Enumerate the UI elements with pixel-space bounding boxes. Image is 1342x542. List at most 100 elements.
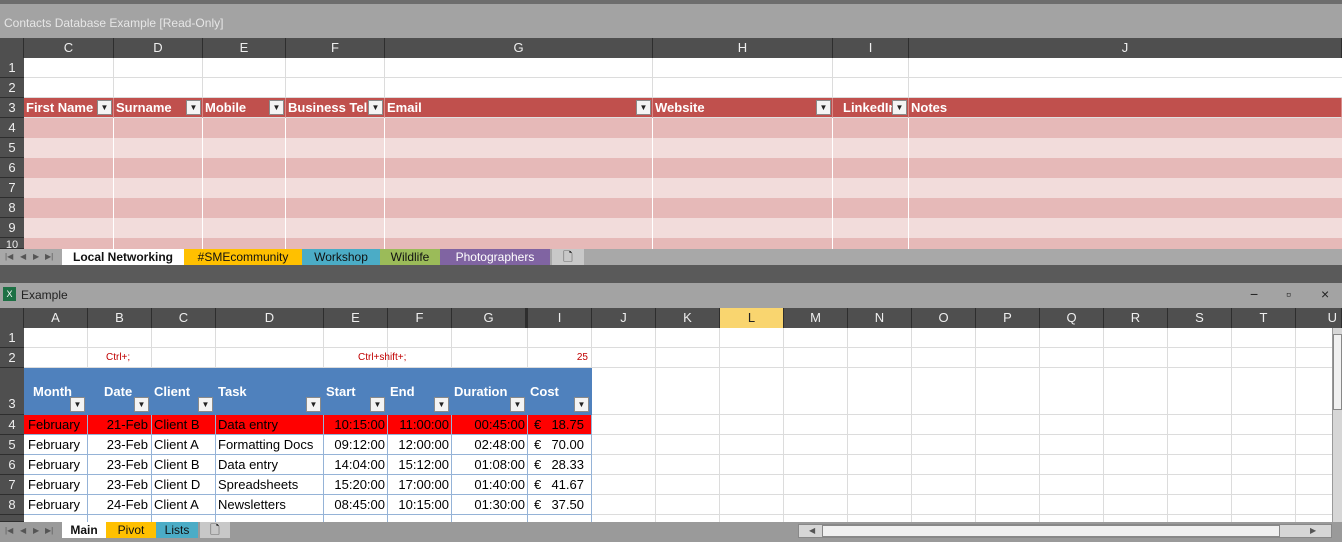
filter-dropdown-button[interactable]: ▼ [816, 100, 831, 115]
table-header-notes[interactable]: Notes [909, 98, 1342, 118]
table-header-duration[interactable]: Duration [454, 384, 507, 399]
cell-cost[interactable]: 70.00 [544, 437, 584, 452]
cell-start[interactable]: 08:45:00 [324, 497, 385, 512]
row-header-2[interactable]: 2 [0, 348, 24, 368]
col-header-t[interactable]: T [1232, 308, 1296, 328]
bottom-sheet-grid[interactable]: A B C D E F G I J K L M N O P Q R S T U … [0, 308, 1342, 522]
cell-cost[interactable]: 37.50 [544, 497, 584, 512]
row-header-7[interactable]: 7 [0, 475, 24, 495]
cell-task[interactable]: Formatting Docs [218, 437, 313, 452]
cell-end[interactable]: 15:12:00 [388, 457, 449, 472]
cell-end[interactable]: 11:00:00 [388, 417, 449, 432]
tab-local-networking[interactable]: Local Networking [62, 249, 184, 265]
next-sheet-icon[interactable]: ▶ [33, 252, 39, 261]
filter-dropdown-button[interactable]: ▼ [269, 100, 284, 115]
filter-dropdown-button[interactable]: ▼ [892, 100, 907, 115]
tab-main[interactable]: Main [62, 522, 106, 538]
cell-cost[interactable]: 18.75 [544, 417, 584, 432]
table-row[interactable] [24, 218, 1342, 238]
filter-dropdown-button[interactable]: ▼ [636, 100, 651, 115]
row-header-6[interactable]: 6 [0, 455, 24, 475]
tab-smecommunity[interactable]: #SMEcommunity [184, 249, 302, 265]
filter-dropdown-button[interactable]: ▼ [306, 397, 321, 412]
cell-task[interactable]: Data entry [218, 417, 278, 432]
col-header-e[interactable]: E [203, 38, 286, 58]
table-row[interactable] [24, 158, 1342, 178]
col-header-p[interactable]: P [976, 308, 1040, 328]
row-header-7[interactable]: 7 [0, 178, 24, 198]
insert-sheet-icon[interactable]: 🗋 [200, 522, 230, 538]
filter-dropdown-button[interactable]: ▼ [186, 100, 201, 115]
cell-month[interactable]: February [28, 497, 80, 512]
select-all-corner[interactable] [0, 308, 24, 328]
cell-end[interactable]: 10:15:00 [388, 497, 449, 512]
minimize-button[interactable]: − [1250, 286, 1258, 302]
filter-dropdown-button[interactable]: ▼ [574, 397, 589, 412]
table-header-task[interactable]: Task [218, 384, 247, 399]
last-sheet-icon[interactable]: ▶| [45, 252, 53, 261]
col-header-r[interactable]: R [1104, 308, 1168, 328]
filter-dropdown-button[interactable]: ▼ [434, 397, 449, 412]
filter-dropdown-button[interactable]: ▼ [368, 100, 383, 115]
col-header-e[interactable]: E [324, 308, 388, 328]
row-header-3[interactable]: 3 [0, 368, 24, 415]
last-sheet-icon[interactable]: ▶| [45, 526, 53, 535]
row-header-4[interactable]: 4 [0, 415, 24, 435]
row-header-2[interactable]: 2 [0, 78, 24, 98]
row-header-4[interactable]: 4 [0, 118, 24, 138]
cell-duration[interactable]: 01:30:00 [452, 497, 525, 512]
cell-duration[interactable]: 02:48:00 [452, 437, 525, 452]
vertical-scrollbar-thumb[interactable] [1333, 334, 1342, 410]
scroll-right-icon[interactable]: ▶ [1310, 526, 1316, 535]
table-header-end[interactable]: End [390, 384, 415, 399]
first-sheet-icon[interactable]: |◀ [5, 526, 13, 535]
filter-dropdown-button[interactable]: ▼ [70, 397, 85, 412]
row-header-6[interactable]: 6 [0, 158, 24, 178]
restore-button[interactable]: ▫ [1286, 286, 1291, 302]
table-header-cost[interactable]: Cost [530, 384, 559, 399]
col-header-l-selected[interactable]: L [720, 308, 784, 328]
col-header-j[interactable]: J [592, 308, 656, 328]
tab-pivot[interactable]: Pivot [106, 522, 156, 538]
table-row[interactable] [24, 198, 1342, 218]
col-header-q[interactable]: Q [1040, 308, 1104, 328]
cell-date[interactable]: 23-Feb [88, 457, 148, 472]
col-header-f[interactable]: F [286, 38, 385, 58]
cell-date[interactable]: 21-Feb [88, 417, 148, 432]
row-header-3[interactable]: 3 [0, 98, 24, 118]
table-header-start[interactable]: Start [326, 384, 356, 399]
col-header-g[interactable]: G [452, 308, 528, 328]
tab-workshop[interactable]: Workshop [302, 249, 380, 265]
cell-cost[interactable]: 28.33 [544, 457, 584, 472]
table-header-client[interactable]: Client [154, 384, 190, 399]
cell-task[interactable]: Data entry [218, 457, 278, 472]
row-header-5[interactable]: 5 [0, 435, 24, 455]
col-header-f[interactable]: F [388, 308, 452, 328]
filter-dropdown-button[interactable]: ▼ [370, 397, 385, 412]
scroll-left-icon[interactable]: ◀ [809, 526, 815, 535]
table-row[interactable] [24, 238, 1342, 249]
row-header-10[interactable]: 10 [0, 238, 24, 249]
filter-dropdown-button[interactable]: ▼ [510, 397, 525, 412]
col-header-i[interactable]: I [833, 38, 909, 58]
cell-end[interactable]: 17:00:00 [388, 477, 449, 492]
col-header-o[interactable]: O [912, 308, 976, 328]
cell-date[interactable]: 23-Feb [88, 477, 148, 492]
cell-duration[interactable]: 00:45:00 [452, 417, 525, 432]
cell-client[interactable]: Client A [154, 437, 199, 452]
cell-start[interactable]: 14:04:00 [324, 457, 385, 472]
table-row[interactable] [24, 118, 1342, 138]
cell-date[interactable]: 24-Feb [88, 497, 148, 512]
tab-wildlife[interactable]: Wildlife [380, 249, 440, 265]
col-header-u[interactable]: U [1296, 308, 1342, 328]
col-header-h[interactable]: H [653, 38, 833, 58]
cell-end[interactable]: 12:00:00 [388, 437, 449, 452]
prev-sheet-icon[interactable]: ◀ [20, 252, 26, 261]
cell-start[interactable]: 15:20:00 [324, 477, 385, 492]
table-header-month[interactable]: Month [33, 384, 72, 399]
row-header-1[interactable]: 1 [0, 58, 24, 78]
cell-month[interactable]: February [28, 457, 80, 472]
cell-date[interactable]: 23-Feb [88, 437, 148, 452]
top-sheet-grid[interactable]: C D E F G H I J 1 2 3 4 5 6 7 8 9 10 Fir… [0, 38, 1342, 249]
cell-start[interactable]: 09:12:00 [324, 437, 385, 452]
